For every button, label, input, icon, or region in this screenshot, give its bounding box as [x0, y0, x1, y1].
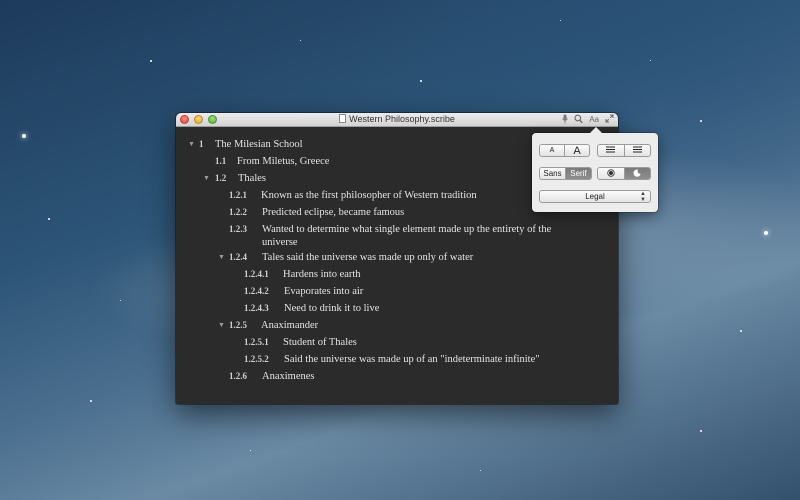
dark-theme-button[interactable]	[623, 168, 650, 179]
font-family-control: Sans Serif	[539, 167, 592, 180]
window-title-text: Western Philosophy.scribe	[349, 114, 455, 124]
outline-text[interactable]: Need to drink it to live	[284, 302, 379, 315]
font-size-control: A A	[539, 144, 590, 157]
outline-number: 1.2.5	[229, 320, 247, 330]
outline-text[interactable]: Hardens into earth	[283, 268, 361, 281]
paper-size-value: Legal	[585, 192, 605, 201]
search-icon[interactable]	[574, 114, 583, 127]
disclosure-triangle-icon[interactable]: ▼	[218, 251, 225, 264]
outline-number: 1.2.6	[229, 371, 247, 381]
outline-text[interactable]: Wanted to determine what single element …	[262, 223, 572, 249]
appearance-popover: A A Sans Serif Legal ▲ ▼	[532, 127, 658, 212]
justify-icon	[632, 146, 642, 155]
outline-number: 1.2.4	[229, 252, 247, 262]
paper-size-select[interactable]: Legal ▲ ▼	[539, 190, 651, 203]
outline-text[interactable]: Thales	[238, 172, 266, 185]
outline-text[interactable]: The Milesian School	[215, 138, 303, 151]
decrease-font-size-button[interactable]: A	[540, 145, 564, 156]
disclosure-triangle-icon[interactable]: ▼	[203, 172, 210, 185]
light-theme-button[interactable]	[598, 168, 624, 179]
title-bar[interactable]: Western Philosophy.scribe Aa	[176, 113, 618, 127]
outline-text[interactable]: Said the universe was made up of an "ind…	[284, 353, 540, 366]
document-icon	[339, 114, 347, 123]
outline-number: 1	[199, 139, 204, 149]
align-left-icon	[606, 146, 616, 155]
outline-number: 1.2.5.2	[244, 354, 269, 364]
outline-text[interactable]: Known as the first philosopher of Wester…	[261, 189, 477, 202]
outline-number: 1.2	[215, 173, 227, 183]
outline-text[interactable]: Anaximander	[261, 319, 318, 332]
outline-number: 1.2.2	[229, 207, 247, 217]
justify-button[interactable]	[623, 145, 651, 156]
alignment-control	[597, 144, 651, 157]
serif-font-button[interactable]: Serif	[565, 168, 591, 179]
outline-text[interactable]: Student of Thales	[283, 336, 357, 349]
font-icon[interactable]: Aa	[589, 114, 599, 127]
disclosure-triangle-icon[interactable]: ▼	[218, 319, 225, 332]
outline-text[interactable]: From Miletus, Greece	[237, 155, 329, 168]
sun-icon	[607, 168, 615, 179]
outline-number: 1.2.4.1	[244, 269, 269, 279]
align-left-button[interactable]	[598, 145, 624, 156]
window-title: Western Philosophy.scribe	[176, 114, 618, 124]
outline-number: 1.2.1	[229, 190, 247, 200]
outline-text[interactable]: Anaximenes	[262, 370, 315, 383]
outline-number: 1.2.4.2	[244, 286, 269, 296]
theme-control	[597, 167, 651, 180]
moon-icon	[633, 168, 641, 179]
increase-font-size-button[interactable]: A	[564, 145, 589, 156]
outline-text[interactable]: Predicted eclipse, became famous	[262, 206, 404, 219]
outline-number: 1.1	[215, 156, 227, 166]
microphone-icon[interactable]	[562, 114, 569, 127]
outline-text[interactable]: Tales said the universe was made up only…	[262, 251, 473, 264]
fullscreen-icon[interactable]	[605, 114, 614, 127]
select-arrows-icon: ▲ ▼	[640, 190, 646, 203]
outline-number: 1.2.4.3	[244, 303, 269, 313]
outline-number: 1.2.3	[229, 224, 247, 234]
toolbar-icons: Aa	[562, 114, 614, 127]
disclosure-triangle-icon[interactable]: ▼	[188, 138, 195, 151]
outline-number: 1.2.5.1	[244, 337, 269, 347]
sans-font-button[interactable]: Sans	[540, 168, 565, 179]
outline-text[interactable]: Evaporates into air	[284, 285, 363, 298]
